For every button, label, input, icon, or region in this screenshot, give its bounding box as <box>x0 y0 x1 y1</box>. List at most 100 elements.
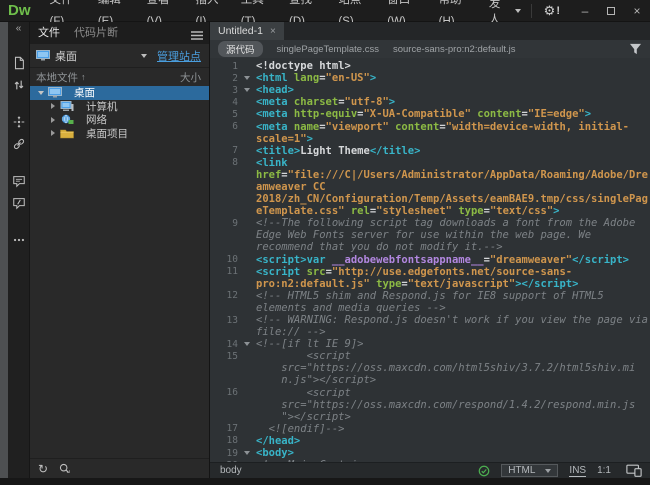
code-line[interactable]: 6<meta name="viewport" content="width=de… <box>210 120 650 132</box>
code-line[interactable]: 12<!-- HTML5 shim and Respond.js for IE8… <box>210 290 650 302</box>
file-tree: 桌面计算机网络桌面项目 <box>30 86 209 458</box>
code-line[interactable]: 2018/zh_CN/Configuration/Temp/Assets/eam… <box>210 193 650 205</box>
code-line[interactable]: 7<title>Light Theme</title> <box>210 145 650 157</box>
local-files-header[interactable]: 本地文件 <box>36 70 78 85</box>
code-line[interactable]: scale=1"> <box>210 133 650 145</box>
related-file[interactable]: 源代码 <box>218 41 263 57</box>
tag-selector[interactable]: body <box>210 465 242 476</box>
chevron-down-icon[interactable] <box>141 54 147 58</box>
more-icon[interactable] <box>11 232 26 247</box>
related-file[interactable]: source-sans-pro:n2:default.js <box>393 44 516 55</box>
device-preview-icon[interactable] <box>626 464 642 477</box>
code-text: <script src="http://use.edgefonts.net/so… <box>256 266 572 278</box>
code-line[interactable]: src="https://oss.maxcdn.com/respond/1.4.… <box>210 399 650 411</box>
titlebar-right: 开发人员 ⚙ ! – × <box>479 0 650 21</box>
line-number: 6 <box>210 121 238 132</box>
code-line[interactable]: n.js"></script> <box>210 374 650 386</box>
code-line[interactable]: elements and media queries --> <box>210 302 650 314</box>
manage-sites-link[interactable]: 管理站点 <box>157 48 201 64</box>
code-text: <meta charset="utf-8"> <box>256 96 395 108</box>
code-text: href="file:///C|/Users/Administrator/App… <box>256 169 648 181</box>
chevron-right-icon[interactable] <box>48 130 58 136</box>
code-line[interactable]: 14<!--[if lt IE 9]> <box>210 338 650 350</box>
minimize-button[interactable]: – <box>572 0 598 21</box>
css-inspect-icon[interactable] <box>11 195 26 210</box>
code-line[interactable]: Edge Web Fonts server for use within the… <box>210 229 650 241</box>
tree-item-桌面项目[interactable]: 桌面项目 <box>30 127 209 141</box>
code-line[interactable]: 19<body> <box>210 447 650 459</box>
fold-marker[interactable] <box>238 88 256 92</box>
fold-marker[interactable] <box>238 342 256 346</box>
notification-badge: ! <box>556 5 560 17</box>
code-line[interactable]: 8<link <box>210 157 650 169</box>
code-line[interactable]: amweaver CC <box>210 181 650 193</box>
insert-mode-toggle[interactable]: INS <box>569 465 586 477</box>
document-tab[interactable]: Untitled-1 × <box>210 22 284 40</box>
chevron-right-icon[interactable] <box>48 103 58 109</box>
transfer-icon[interactable] <box>11 77 26 92</box>
code-editor[interactable]: 1<!doctype html>2<html lang="en-US">3<he… <box>210 58 650 462</box>
code-text: eTemplate.css" rel="stylesheet" type="te… <box>256 205 559 217</box>
panel-tab[interactable]: 代码片断 <box>74 21 124 44</box>
tree-item-桌面[interactable]: 桌面 <box>30 86 209 100</box>
fold-arrow-icon <box>244 88 250 92</box>
site-select[interactable]: 桌面 <box>36 48 141 64</box>
sync-settings-button[interactable]: ⚙ ! <box>532 0 572 22</box>
code-line[interactable]: src="https://oss.maxcdn.com/html5shiv/3.… <box>210 362 650 374</box>
code-line[interactable]: 10<script>var __adobewebfontsappname__="… <box>210 254 650 266</box>
code-line[interactable]: 9<!--The following script tag downloads … <box>210 217 650 229</box>
fold-marker[interactable] <box>238 451 256 455</box>
comment-icon[interactable] <box>11 173 26 188</box>
code-line[interactable]: eTemplate.css" rel="stylesheet" type="te… <box>210 205 650 217</box>
extract-icon[interactable] <box>11 114 26 129</box>
code-line[interactable]: 1<!doctype html> <box>210 60 650 72</box>
desktop-icon <box>36 50 50 61</box>
link-icon[interactable] <box>11 136 26 151</box>
code-text: <title>Light Theme</title> <box>256 145 420 157</box>
code-line[interactable]: file:// --> <box>210 326 650 338</box>
site-name: 桌面 <box>55 48 77 64</box>
code-line[interactable]: 4<meta charset="utf-8"> <box>210 96 650 108</box>
code-line[interactable]: recommend that you do not modify it.--> <box>210 241 650 253</box>
code-text: <!doctype html> <box>256 60 351 72</box>
code-line[interactable]: 11<script src="http://use.edgefonts.net/… <box>210 266 650 278</box>
code-line[interactable]: 3<head> <box>210 84 650 96</box>
code-line[interactable]: 15 <script <box>210 350 650 362</box>
close-tab-icon[interactable]: × <box>270 26 276 37</box>
panel-menu-icon[interactable] <box>191 31 203 40</box>
connect-icon[interactable] <box>58 462 71 475</box>
file-icon[interactable] <box>11 55 26 70</box>
code-line[interactable]: 18</head> <box>210 435 650 447</box>
code-text: <body> <box>256 447 294 459</box>
size-header[interactable]: 大小 <box>180 70 201 85</box>
collapse-panels-icon[interactable]: « <box>16 24 22 34</box>
code-text: src="https://oss.maxcdn.com/respond/1.4.… <box>256 399 635 411</box>
code-text: <!--The following script tag downloads a… <box>256 217 635 229</box>
chevron-down-icon[interactable] <box>36 91 46 95</box>
fold-marker[interactable] <box>238 76 256 80</box>
code-text: "></script> <box>256 411 351 423</box>
line-number: 13 <box>210 315 238 326</box>
filter-icon[interactable] <box>629 43 642 55</box>
code-line[interactable]: "></script> <box>210 411 650 423</box>
code-line[interactable]: 2<html lang="en-US"> <box>210 72 650 84</box>
code-line[interactable]: 13<!-- WARNING: Respond.js doesn't work … <box>210 314 650 326</box>
site-row: 桌面 管理站点 <box>30 44 209 68</box>
tree-item-计算机[interactable]: 计算机 <box>30 100 209 114</box>
window-bottom-edge <box>0 478 650 485</box>
code-text: Edge Web Fonts server for use within the… <box>256 229 591 241</box>
code-line[interactable]: 5<meta http-equiv="X-UA-Compatible" cont… <box>210 108 650 120</box>
code-line[interactable]: 17 <![endif]--> <box>210 423 650 435</box>
code-line[interactable]: pro:n2:default.js" type="text/javascript… <box>210 278 650 290</box>
doctype-select[interactable]: HTML <box>501 464 558 477</box>
code-line[interactable]: href="file:///C|/Users/Administrator/App… <box>210 169 650 181</box>
related-file[interactable]: singlePageTemplate.css <box>277 44 379 55</box>
close-button[interactable]: × <box>624 0 650 21</box>
tree-item-网络[interactable]: 网络 <box>30 113 209 127</box>
refresh-icon[interactable]: ↻ <box>38 459 48 479</box>
chevron-right-icon[interactable] <box>48 117 58 123</box>
panel-tab[interactable]: 文件 <box>38 21 66 44</box>
fold-arrow-icon <box>244 451 250 455</box>
code-line[interactable]: 16 <script <box>210 387 650 399</box>
maximize-button[interactable] <box>598 0 624 21</box>
